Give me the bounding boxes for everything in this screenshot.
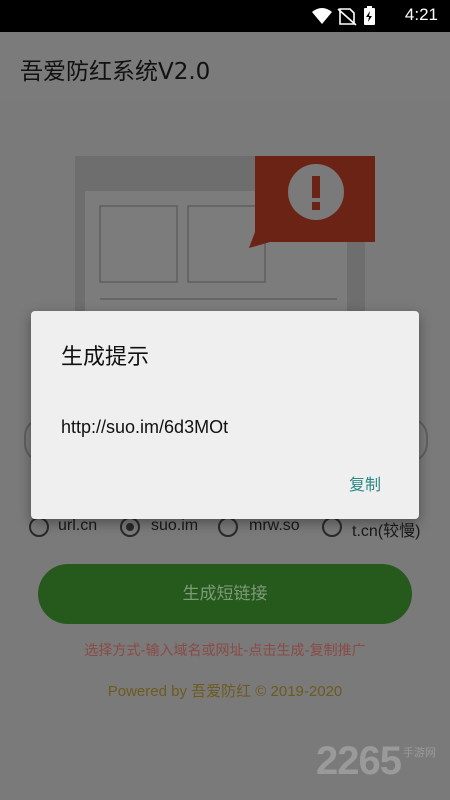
radio-mrw-so[interactable] <box>218 517 238 537</box>
app-title: 吾爱防红系统V2.0 <box>20 59 211 85</box>
generate-short-link-button[interactable]: 生成短链接 <box>38 564 412 624</box>
option-label-mrw-so[interactable]: mrw.so <box>249 517 300 535</box>
clock: 4:21 <box>404 5 438 24</box>
status-icons <box>312 6 375 26</box>
copy-button[interactable]: 复制 <box>349 471 381 495</box>
radio-url-cn[interactable] <box>29 517 49 537</box>
battery-charging-icon <box>364 6 375 25</box>
no-sim-icon <box>337 8 357 26</box>
app-bar: 吾爱防红系统V2.0 <box>0 32 450 102</box>
anti-block-illustration-icon <box>75 156 375 316</box>
dialog-message-url: http://suo.im/6d3MOt <box>61 417 229 437</box>
option-label-suo-im[interactable]: suo.im <box>151 517 198 535</box>
result-dialog: 生成提示 http://suo.im/6d3MOt 复制 <box>31 311 419 519</box>
option-label-t-cn[interactable]: t.cn(较慢) <box>352 517 420 541</box>
option-label-url-cn[interactable]: url.cn <box>58 517 97 535</box>
dialog-title: 生成提示 <box>61 345 150 370</box>
usage-hint: 选择方式-输入域名或网址-点击生成-复制推广 <box>84 643 366 659</box>
footer-copyright: Powered by 吾爱防红 © 2019-2020 <box>107 683 343 700</box>
watermark-number: 2265 <box>316 739 402 783</box>
watermark-text: 手游网 <box>403 747 436 759</box>
status-bar: 4:21 <box>0 0 450 32</box>
alert-icon <box>249 156 375 248</box>
radio-t-cn[interactable] <box>322 517 342 537</box>
wifi-icon <box>312 8 332 24</box>
watermark-logo: 2265 手游网 <box>316 739 436 784</box>
radio-suo-im[interactable] <box>120 517 140 537</box>
